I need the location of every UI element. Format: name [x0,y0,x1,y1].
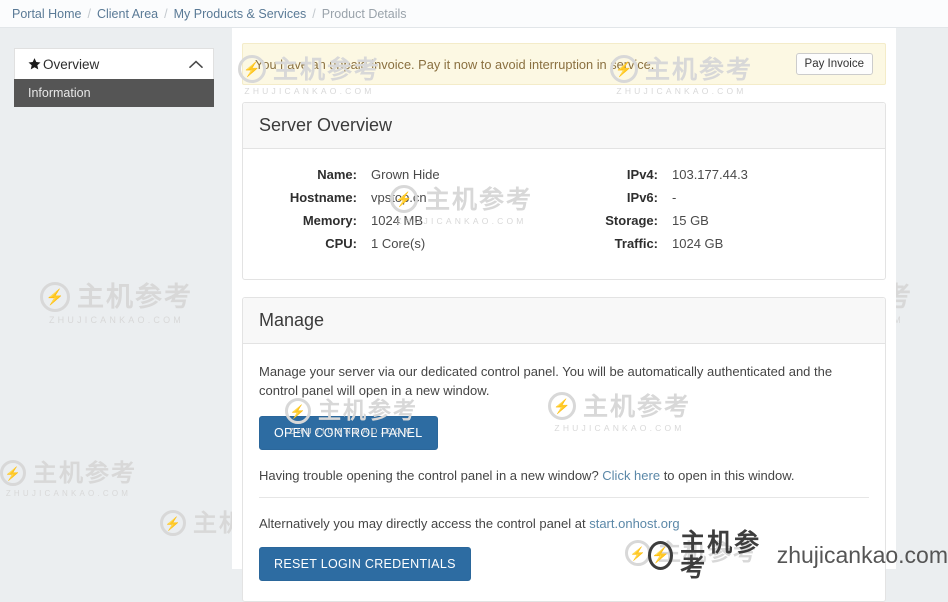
breadcrumb-separator: / [312,6,316,21]
bolt-icon: ⚡ [45,288,65,306]
watermark-domain: ZHUJICANKAO.COM [5,489,132,498]
breadcrumb: Portal Home / Client Area / My Products … [0,0,948,28]
spec-value: 1024 GB [672,236,724,251]
panel-title: Manage [259,310,325,330]
watermark-domain: ZHUJICANKAO.COM [48,315,184,325]
section-divider [259,497,869,498]
sidebar-title-label: Overview [43,56,100,72]
chevron-up-icon[interactable] [189,60,203,69]
manage-heading: Manage [243,298,885,344]
sidebar-item-information[interactable]: Information [14,79,214,107]
breadcrumb-separator: / [87,6,91,21]
server-specs-right-column: IPv4: 103.177.44.3 IPv6: - Storage: 15 G… [564,167,869,259]
pay-invoice-button[interactable]: Pay Invoice [795,53,873,75]
reset-login-credentials-button[interactable]: RESET LOGIN CREDENTIALS [259,547,471,581]
trouble-note: Having trouble opening the control panel… [259,468,869,483]
sidebar-item-label: Information [28,86,91,100]
manage-description: Manage your server via our dedicated con… [259,364,833,398]
spec-label: Hostname: [289,190,357,205]
spec-label: Traffic: [614,236,658,251]
sidebar-header-overview[interactable]: Overview [14,48,214,79]
breadcrumb-item-my-products-services[interactable]: My Products & Services [174,7,307,21]
watermark-cn-text: 主机参考 [77,281,193,313]
manage-body: Manage your server via our dedicated con… [243,344,885,601]
unpaid-invoice-alert: You have an unpaid invoice. Pay it now t… [242,43,886,85]
spec-row-ipv6: IPv6: - [564,190,869,205]
spec-value: 103.177.44.3 [672,167,748,182]
open-control-panel-button[interactable]: OPEN CONTROL PANEL [259,416,438,450]
spec-label: IPv4: [626,167,658,182]
spec-value: 1 Core(s) [371,236,426,251]
star-icon [27,57,42,72]
server-specs: Name: Grown Hide Hostname: vpstop.cn Mem… [259,167,869,259]
control-panel-url-link[interactable]: start.onhost.org [589,516,679,531]
spec-label: Memory: [302,213,357,228]
spec-label: CPU: [325,236,357,251]
breadcrumb-item-client-area[interactable]: Client Area [97,7,158,21]
server-overview-body: Name: Grown Hide Hostname: vpstop.cn Mem… [243,149,885,279]
trouble-note-prefix: Having trouble opening the control panel… [259,468,603,483]
manage-panel: Manage Manage your server via our dedica… [242,297,886,602]
panel-title: Server Overview [259,115,393,135]
spec-label: IPv6: [626,190,658,205]
spec-label: Storage: [605,213,658,228]
spec-row-memory: Memory: 1024 MB [259,213,564,228]
bolt-icon: ⚡ [4,465,22,481]
server-overview-panel: Server Overview Name: Grown Hide Hostnam… [242,102,886,280]
main-content-panel: You have an unpaid invoice. Pay it now t… [232,28,896,602]
spec-value: 15 GB [672,213,709,228]
watermark: ⚡ 主机参考 ZHUJICANKAO.COM [40,282,193,325]
spec-row-ipv4: IPv4: 103.177.44.3 [564,167,869,182]
spec-row-traffic: Traffic: 1024 GB [564,236,869,251]
trouble-note-suffix: to open in this window. [660,468,795,483]
spec-row-storage: Storage: 15 GB [564,213,869,228]
breadcrumb-item-portal-home[interactable]: Portal Home [12,7,81,21]
bolt-icon: ⚡ [164,515,182,531]
spec-row-name: Name: Grown Hide [259,167,564,182]
alternative-access-note: Alternatively you may directly access th… [259,516,869,531]
spec-value: vpstop.cn [371,190,427,205]
spec-row-cpu: CPU: 1 Core(s) [259,236,564,251]
server-overview-heading: Server Overview [243,103,885,149]
server-specs-left-column: Name: Grown Hide Hostname: vpstop.cn Mem… [259,167,564,259]
spec-value: - [672,190,677,205]
watermark: ⚡ 主机参考 ZHUJICANKAO.COM [0,460,137,498]
sidebar-title-group: Overview [27,57,99,72]
spec-label: Name: [317,167,357,182]
breadcrumb-separator: / [164,6,168,21]
sidebar: Overview Information [14,48,214,107]
breadcrumb-item-product-details: Product Details [321,6,407,21]
spec-value: Grown Hide [371,167,440,182]
watermark-cn-text: 主机参考 [33,459,137,487]
alert-message: You have an unpaid invoice. Pay it now t… [255,56,655,72]
spec-row-hostname: Hostname: vpstop.cn [259,190,564,205]
alternative-note-prefix: Alternatively you may directly access th… [259,516,590,531]
click-here-link[interactable]: Click here [602,468,660,483]
spec-value: 1024 MB [371,213,424,228]
